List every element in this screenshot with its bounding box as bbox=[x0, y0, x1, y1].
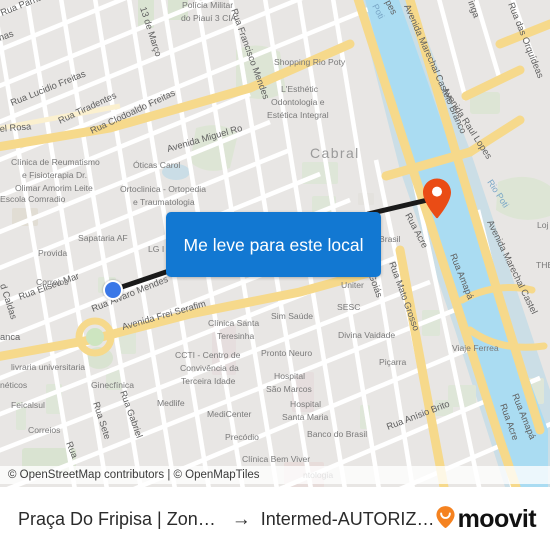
moovit-pin-smile-icon bbox=[435, 505, 456, 533]
map-label: Clínica Santa bbox=[208, 318, 259, 328]
destination-pin-icon[interactable] bbox=[421, 177, 453, 219]
attribution-text: © OpenStreetMap contributors | © OpenMap… bbox=[8, 469, 260, 481]
map-label: Cabral bbox=[310, 145, 360, 161]
map-label: Terceira Idade bbox=[181, 376, 236, 386]
map-attribution: © OpenStreetMap contributors | © OpenMap… bbox=[0, 466, 550, 484]
map-label: e Traumatologia bbox=[133, 197, 195, 207]
map-label: Correios bbox=[28, 425, 60, 435]
map-label: Banco do Brasil bbox=[307, 429, 367, 439]
map-label: Polícia Militar bbox=[182, 0, 233, 10]
map-label: Uniter bbox=[341, 280, 364, 290]
map-label: Medlife bbox=[157, 398, 185, 408]
map-label: anca bbox=[0, 332, 21, 342]
moovit-wordmark: moovit bbox=[457, 504, 537, 533]
map-label: Brasil bbox=[379, 234, 401, 244]
moovit-logo[interactable]: moovit bbox=[435, 504, 537, 533]
map-label: Precódio bbox=[225, 432, 259, 442]
map-label: MediCenter bbox=[207, 409, 252, 419]
map-area-labels: Cabral bbox=[310, 145, 360, 161]
trip-endpoints: Praça Do Fripisa | Zona Le… → Intermed-A… bbox=[18, 509, 435, 530]
map-label: Ginecfínica bbox=[91, 380, 134, 390]
map-label: Sim Saúde bbox=[271, 311, 313, 321]
map-label: LG I bbox=[148, 244, 164, 254]
map-label: Estética Integral bbox=[267, 110, 329, 120]
map-label: do Piauí 3 CIA bbox=[181, 13, 237, 23]
map-label: SESC bbox=[337, 302, 360, 312]
map-label: e Fisioterapia Dr. bbox=[22, 170, 87, 180]
map-label: Óticas Carol bbox=[133, 160, 180, 170]
origin-location-dot[interactable] bbox=[103, 280, 123, 300]
trip-summary-bar: Praça Do Fripisa | Zona Le… → Intermed-A… bbox=[0, 487, 550, 550]
map-label: livraria universitaria bbox=[11, 362, 85, 372]
map-label: São Marcos bbox=[266, 384, 312, 394]
map-label: Clínica de Reumatismo bbox=[11, 157, 100, 167]
map-label: Odontologia e bbox=[271, 97, 325, 107]
map-label: Feicalsul bbox=[11, 400, 45, 410]
map-label: Teresinha bbox=[217, 331, 254, 341]
map-label: Shopping Rio Poty bbox=[274, 57, 346, 67]
map-label: Provida bbox=[38, 248, 67, 258]
map-label: Santa Maria bbox=[282, 412, 329, 422]
map-label: Loj bbox=[537, 220, 549, 230]
map-viewport[interactable]: Rua ParnaíbanasRua Lucidio FreitasRua Ti… bbox=[0, 0, 550, 487]
map-label: Ortoclinica - Ortopedia bbox=[120, 184, 206, 194]
trip-destination-label: Intermed-AUTORIZAÇ… bbox=[260, 508, 435, 529]
map-label: THE bbox=[536, 260, 550, 270]
map-label: Piçarra bbox=[379, 357, 406, 367]
take-me-here-callout[interactable]: Me leve para este local bbox=[166, 212, 381, 277]
callout-label: Me leve para este local bbox=[183, 234, 364, 255]
map-label: Viaje Ferrea bbox=[452, 343, 499, 353]
map-label: Escola Comradio bbox=[0, 194, 66, 204]
map-label: Convivência da bbox=[180, 363, 239, 373]
map-label: Clínica Bem Viver bbox=[242, 454, 310, 464]
map-label: CCTI - Centro de bbox=[175, 350, 241, 360]
arrow-right-icon: → bbox=[231, 508, 251, 530]
map-label: néticos bbox=[0, 380, 27, 390]
map-label: Correios bbox=[36, 277, 68, 287]
map-label: L'Esthétic bbox=[281, 84, 319, 94]
trip-origin-label: Praça Do Fripisa | Zona Le… bbox=[18, 508, 222, 529]
map-label: Olimar Amorim Leite bbox=[15, 183, 93, 193]
map-label: Divina Vaidade bbox=[338, 330, 395, 340]
map-label: Hospital bbox=[290, 399, 321, 409]
moovit-map-screen: Rua ParnaíbanasRua Lucidio FreitasRua Ti… bbox=[0, 0, 550, 550]
map-label: Hospital bbox=[274, 371, 305, 381]
map-label: Pronto Neuro bbox=[261, 348, 312, 358]
map-label: Sapataria AF bbox=[78, 233, 128, 243]
